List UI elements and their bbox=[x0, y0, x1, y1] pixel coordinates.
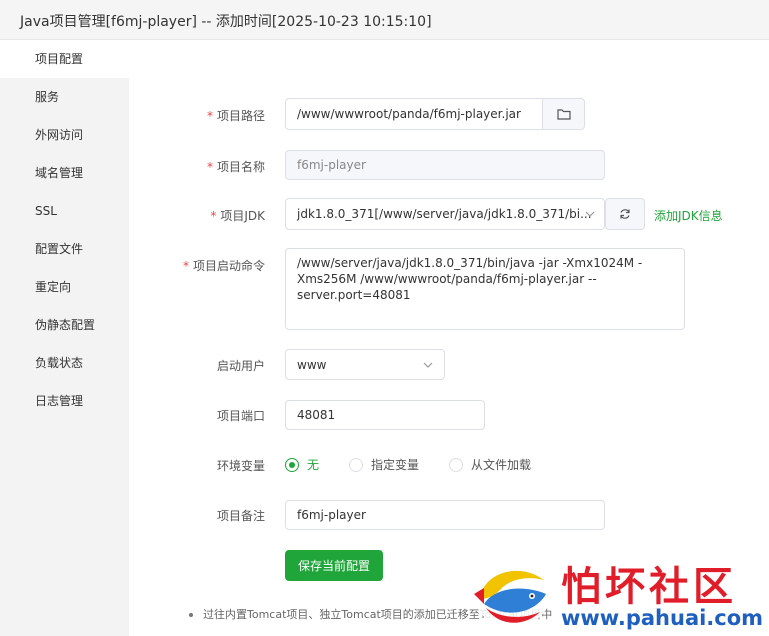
sidebar-item-label: 日志管理 bbox=[35, 394, 84, 408]
refresh-icon bbox=[620, 209, 630, 219]
sidebar-item-redirect[interactable]: 重定向 bbox=[0, 268, 129, 306]
jdk-select[interactable]: jdk1.8.0_371[/www/server/java/jdk1.8.0_3… bbox=[285, 198, 605, 230]
user-label: 启动用户 bbox=[216, 359, 265, 373]
jdk-label: * 项目JDK bbox=[210, 209, 265, 223]
command-label: * 项目启动命令 bbox=[182, 259, 265, 273]
sidebar-item-label: 服务 bbox=[35, 90, 60, 104]
sidebar-item-service[interactable]: 服务 bbox=[0, 78, 129, 116]
save-config-button[interactable]: 保存当前配置 bbox=[285, 550, 383, 581]
sidebar-item-label: 重定向 bbox=[35, 280, 72, 294]
user-select[interactable]: www bbox=[285, 349, 445, 380]
sidebar-item-config-file[interactable]: 配置文件 bbox=[0, 230, 129, 268]
sidebar-item-domain[interactable]: 域名管理 bbox=[0, 154, 129, 192]
sidebar-item-logs[interactable]: 日志管理 bbox=[0, 382, 129, 420]
add-jdk-link[interactable]: 添加JDK信息 bbox=[654, 207, 723, 224]
sidebar-item-load-status[interactable]: 负载状态 bbox=[0, 344, 129, 382]
radio-dot bbox=[449, 457, 463, 472]
jdk-refresh-button[interactable] bbox=[605, 198, 645, 230]
path-label: * 项目路径 bbox=[206, 109, 265, 123]
port-input[interactable]: 48081 bbox=[285, 400, 485, 430]
sidebar-item-label: 负载状态 bbox=[35, 356, 84, 370]
sidebar-item-rewrite[interactable]: 伪静态配置 bbox=[0, 306, 129, 344]
window-titlebar: Java项目管理[f6mj-player] -- 添加时间[2025-10-23… bbox=[0, 0, 769, 40]
watermark-title: 怕坏社区 bbox=[561, 563, 737, 610]
env-radio-specify[interactable]: 指定变量 bbox=[349, 456, 419, 473]
env-radio-file[interactable]: 从文件加载 bbox=[449, 456, 531, 473]
chevron-down-icon bbox=[585, 211, 595, 217]
sidebar-item-ssl[interactable]: SSL bbox=[0, 192, 129, 230]
env-radio-none[interactable]: 无 bbox=[285, 456, 319, 473]
chevron-down-icon bbox=[423, 362, 433, 368]
user-select-value: www bbox=[297, 358, 327, 372]
radio-dot bbox=[349, 457, 363, 472]
remark-label: 项目备注 bbox=[216, 509, 265, 523]
sidebar-item-label: 配置文件 bbox=[35, 242, 84, 256]
name-input: f6mj-player bbox=[285, 150, 605, 180]
port-label: 项目端口 bbox=[216, 409, 265, 423]
sidebar-item-label: 伪静态配置 bbox=[35, 318, 96, 332]
fish-logo-icon bbox=[474, 560, 550, 628]
bullet bbox=[189, 613, 193, 617]
command-textarea[interactable]: /www/server/java/jdk1.8.0_371/bin/java -… bbox=[285, 248, 685, 330]
sidebar-item-label: 项目配置 bbox=[35, 52, 84, 66]
watermark: 怕坏社区 www.pahuai.com bbox=[466, 548, 769, 636]
sidebar-item-label: SSL bbox=[35, 204, 57, 218]
folder-icon bbox=[556, 109, 571, 120]
sidebar-item-project-config[interactable]: 项目配置 bbox=[0, 40, 129, 78]
jdk-select-value: jdk1.8.0_371[/www/server/java/jdk1.8.0_3… bbox=[297, 207, 592, 221]
window-title: Java项目管理[f6mj-player] -- 添加时间[2025-10-23… bbox=[20, 14, 432, 30]
watermark-url: www.pahuai.com bbox=[561, 606, 764, 630]
sidebar-item-external-access[interactable]: 外网访问 bbox=[0, 116, 129, 154]
sidebar-item-label: 外网访问 bbox=[35, 128, 84, 142]
project-config-form: * 项目路径 /www/wwwroot/panda/f6mj-player.jar… bbox=[129, 40, 769, 636]
path-browse-button[interactable] bbox=[542, 98, 585, 130]
env-label: 环境变量 bbox=[216, 459, 265, 473]
sidebar-item-label: 域名管理 bbox=[35, 166, 84, 180]
remark-input[interactable]: f6mj-player bbox=[285, 500, 605, 530]
radio-dot bbox=[285, 457, 299, 472]
sidebar: 项目配置 服务 外网访问 域名管理 SSL 配置文件 重定向 伪静态配置 负载状… bbox=[0, 40, 129, 636]
path-input[interactable]: /www/wwwroot/panda/f6mj-player.jar bbox=[285, 98, 543, 130]
name-label: * 项目名称 bbox=[206, 160, 265, 174]
